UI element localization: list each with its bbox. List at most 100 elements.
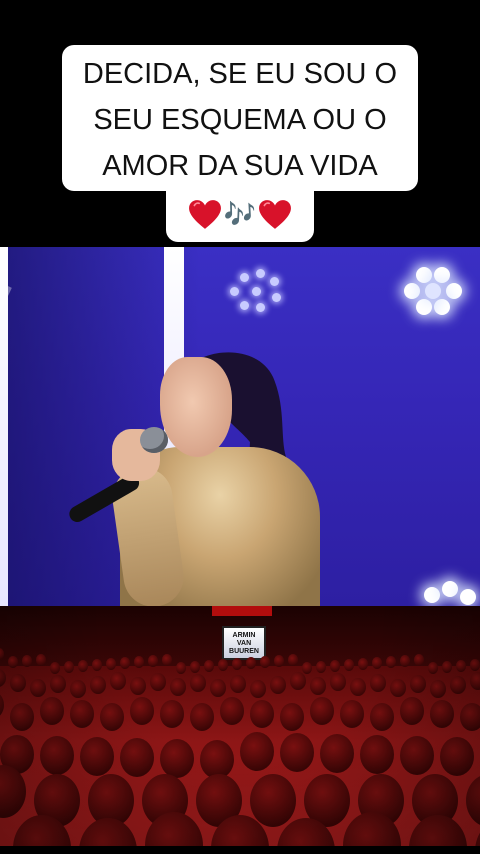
crowd-head	[130, 677, 146, 696]
crowd-head	[470, 672, 480, 691]
crowd-head	[70, 700, 94, 728]
crowd-head	[92, 659, 102, 671]
crowd-head	[110, 672, 126, 691]
stage-structure	[212, 606, 272, 616]
crowd-head	[250, 680, 266, 699]
crowd-head	[50, 675, 66, 694]
crowd-head	[0, 691, 4, 719]
crowd-head	[470, 659, 480, 671]
crowd-head	[274, 655, 284, 667]
crowd-head	[400, 736, 434, 776]
crowd-head	[134, 656, 144, 668]
crowd-head	[0, 669, 6, 688]
music-notes-icon: 🎶	[223, 200, 257, 230]
crowd-head	[442, 661, 452, 673]
crowd-head	[8, 656, 18, 668]
crowd-head	[204, 660, 214, 672]
stage-light-cluster	[420, 577, 480, 606]
crowd-head	[370, 674, 386, 693]
crowd-head	[148, 655, 158, 667]
crowd-head	[358, 658, 368, 670]
crowd-head	[340, 700, 364, 728]
crowd-head	[232, 658, 242, 670]
stage-light-cluster	[402, 265, 462, 325]
crowd-head	[10, 674, 26, 693]
crowd-head	[30, 679, 46, 698]
crowd-head	[70, 680, 86, 699]
crowd-head	[360, 735, 394, 775]
crowd-head	[176, 662, 186, 674]
crowd-head	[466, 774, 480, 827]
crowd-head	[410, 675, 426, 694]
caption-line-3: AMOR DA SUA VIDA	[102, 150, 378, 182]
heart-icon	[188, 200, 221, 229]
crowd-head	[316, 661, 326, 673]
crowd-head	[10, 703, 34, 731]
stage-light-cluster	[226, 263, 286, 323]
crowd-head	[230, 675, 246, 694]
crowd-head	[400, 697, 424, 725]
crowd-head	[260, 656, 270, 668]
crowd-head	[320, 734, 354, 774]
crowd-head	[414, 654, 424, 666]
crowd-head	[280, 733, 314, 773]
crowd-head	[430, 680, 446, 699]
crowd-head	[280, 703, 304, 731]
crowd-head	[190, 703, 214, 731]
crowd-head	[240, 732, 274, 772]
caption-line-1: DECIDA, SE EU SOU O	[82, 58, 398, 90]
crowd-head	[288, 654, 298, 666]
crowd-head	[344, 659, 354, 671]
crowd-head	[450, 676, 466, 695]
crowd-photo: ARMIN VAN BUUREN	[0, 606, 480, 854]
crowd-head	[390, 679, 406, 698]
crowd-head	[270, 676, 286, 695]
crowd-head	[456, 660, 466, 672]
crowd-head	[302, 662, 312, 674]
crowd-head	[220, 697, 244, 725]
crowd-head	[80, 737, 114, 777]
crowd-head	[90, 676, 106, 695]
crowd-head	[100, 703, 124, 731]
singer-face	[160, 357, 232, 457]
crowd-head	[210, 679, 226, 698]
crowd-head	[428, 662, 438, 674]
crowd-head	[246, 657, 256, 669]
crowd-head	[64, 661, 74, 673]
crowd-head	[22, 655, 32, 667]
crowd-head	[250, 774, 296, 827]
crowd-head	[400, 655, 410, 667]
crowd-head	[162, 654, 172, 666]
heart-icon	[259, 200, 292, 229]
caption-emoji-row: 🎶	[166, 192, 314, 238]
stage-screen-text: ARMIN VAN BUUREN	[229, 632, 259, 655]
crowd-head	[430, 700, 454, 728]
crowd-head	[386, 656, 396, 668]
crowd-head	[190, 661, 200, 673]
crowd-head	[150, 673, 166, 692]
crowd-head	[50, 662, 60, 674]
crowd-head	[120, 657, 130, 669]
crowd-head	[460, 703, 480, 731]
crowd-head	[160, 700, 184, 728]
crowd-head	[170, 678, 186, 697]
crowd-head	[120, 738, 154, 778]
crowd-head	[106, 658, 116, 670]
stage-photo	[0, 247, 480, 606]
crowd-head	[440, 737, 474, 777]
crowd-head	[130, 697, 154, 725]
crowd-head	[350, 678, 366, 697]
crowd-head	[160, 739, 194, 779]
crowd-head	[372, 657, 382, 669]
crowd-head	[310, 677, 326, 696]
crowd-head	[310, 697, 334, 725]
crowd-head	[330, 673, 346, 692]
crowd-head	[190, 674, 206, 693]
crowd-head	[330, 660, 340, 672]
crowd-head	[290, 672, 306, 691]
microphone-head	[140, 427, 168, 453]
crowd-head	[218, 659, 228, 671]
crowd-head	[78, 660, 88, 672]
crowd-head	[250, 700, 274, 728]
caption-line-2: SEU ESQUEMA OU O	[93, 104, 387, 136]
